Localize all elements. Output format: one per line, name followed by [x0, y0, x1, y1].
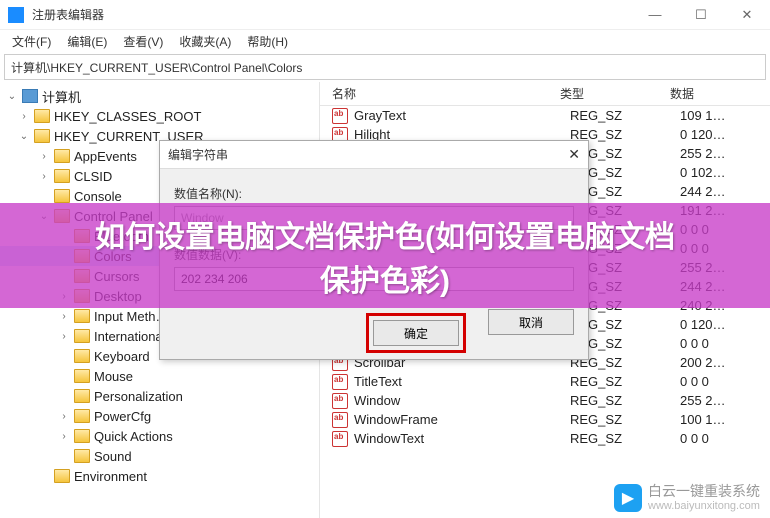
menu-help[interactable]: 帮助(H): [239, 31, 296, 52]
tree-item[interactable]: Personalization: [0, 386, 319, 406]
list-header: 名称 类型 数据: [320, 82, 770, 106]
folder-icon: [74, 329, 90, 343]
dialog-close-button[interactable]: ✕: [568, 146, 580, 163]
menubar: 文件(F) 编辑(E) 查看(V) 收藏夹(A) 帮助(H): [0, 30, 770, 52]
folder-icon: [74, 349, 90, 363]
folder-icon: [74, 409, 90, 423]
folder-icon: [74, 429, 90, 443]
ok-highlight: 确定: [366, 313, 466, 353]
list-row[interactable]: GrayTextREG_SZ109 1…: [320, 106, 770, 125]
banner-line1: 如何设置电脑文档保护色(如何设置电脑文档: [95, 212, 675, 256]
value-name-label: 数值名称(N):: [174, 185, 574, 202]
watermark: ▶ 白云一键重装系统 www.baiyunxitong.com: [614, 484, 760, 512]
tree-item[interactable]: Mouse: [0, 366, 319, 386]
folder-icon: [74, 389, 90, 403]
menu-file[interactable]: 文件(F): [4, 31, 59, 52]
col-name[interactable]: 名称: [320, 85, 560, 102]
computer-icon: [22, 89, 38, 103]
col-data[interactable]: 数据: [670, 85, 770, 102]
folder-icon: [74, 309, 90, 323]
overlay-banner: 如何设置电脑文档保护色(如何设置电脑文档 保护色彩): [0, 203, 770, 308]
reg-sz-icon: [332, 393, 348, 409]
reg-sz-icon: [332, 374, 348, 390]
folder-icon: [34, 109, 50, 123]
reg-sz-icon: [332, 431, 348, 447]
tree-root[interactable]: ⌄计算机: [0, 86, 319, 106]
list-row[interactable]: WindowREG_SZ255 2…: [320, 391, 770, 410]
reg-sz-icon: [332, 412, 348, 428]
close-button[interactable]: ✕: [724, 0, 770, 30]
titlebar: 注册表编辑器 — ☐ ✕: [0, 0, 770, 30]
dialog-title: 编辑字符串: [168, 146, 228, 163]
list-row[interactable]: WindowFrameREG_SZ100 1…: [320, 410, 770, 429]
app-icon: [8, 7, 24, 23]
menu-view[interactable]: 查看(V): [115, 31, 171, 52]
address-bar[interactable]: 计算机\HKEY_CURRENT_USER\Control Panel\Colo…: [4, 54, 766, 80]
tree-item[interactable]: Environment: [0, 466, 319, 486]
watermark-icon: ▶: [614, 484, 642, 512]
tree-item[interactable]: ›Quick Actions: [0, 426, 319, 446]
folder-icon: [34, 129, 50, 143]
tree-item[interactable]: ›PowerCfg: [0, 406, 319, 426]
reg-sz-icon: [332, 108, 348, 124]
watermark-brand: 白云一键重装系统: [648, 484, 760, 499]
folder-icon: [74, 369, 90, 383]
folder-icon: [54, 189, 70, 203]
menu-edit[interactable]: 编辑(E): [59, 31, 115, 52]
col-type[interactable]: 类型: [560, 85, 670, 102]
banner-line2: 保护色彩): [320, 256, 450, 300]
minimize-button[interactable]: —: [632, 0, 678, 30]
folder-icon: [54, 149, 70, 163]
watermark-url: www.baiyunxitong.com: [648, 500, 760, 512]
list-row[interactable]: WindowTextREG_SZ0 0 0: [320, 429, 770, 448]
maximize-button[interactable]: ☐: [678, 0, 724, 30]
menu-favorites[interactable]: 收藏夹(A): [171, 31, 239, 52]
dialog-titlebar: 编辑字符串 ✕: [160, 141, 588, 169]
folder-icon: [54, 469, 70, 483]
tree-item[interactable]: Sound: [0, 446, 319, 466]
cancel-button[interactable]: 取消: [488, 309, 574, 335]
folder-icon: [74, 449, 90, 463]
address-text: 计算机\HKEY_CURRENT_USER\Control Panel\Colo…: [11, 59, 302, 76]
ok-button[interactable]: 确定: [373, 320, 459, 346]
list-row[interactable]: TitleTextREG_SZ0 0 0: [320, 372, 770, 391]
window-title: 注册表编辑器: [32, 6, 632, 23]
folder-icon: [54, 169, 70, 183]
tree-item[interactable]: ›HKEY_CLASSES_ROOT: [0, 106, 319, 126]
